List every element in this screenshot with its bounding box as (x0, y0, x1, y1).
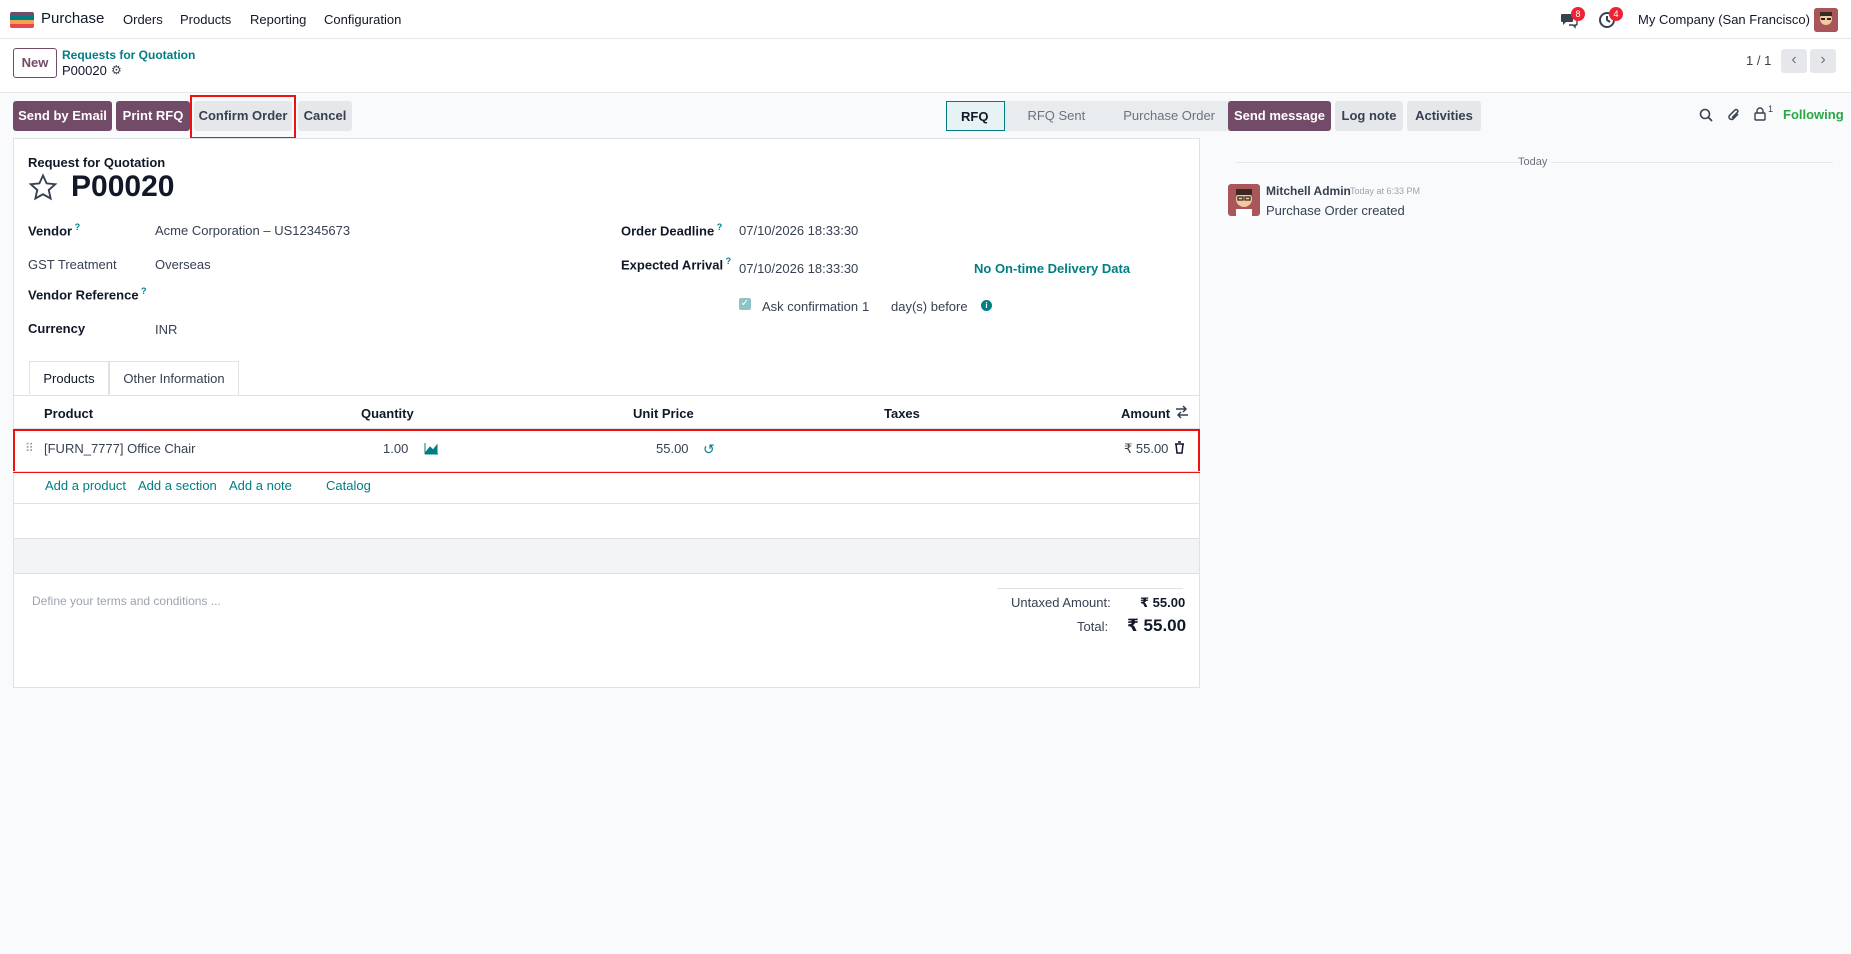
date-separator-line (1551, 162, 1833, 163)
ask-confirmation-checkbox[interactable]: ✓ (739, 298, 751, 310)
col-taxes[interactable]: Taxes (884, 406, 920, 421)
new-button[interactable]: New (13, 48, 57, 78)
add-note-link[interactable]: Add a note (229, 478, 292, 493)
message-body: Purchase Order created (1266, 203, 1405, 218)
following-button[interactable]: Following (1783, 107, 1844, 122)
record-name[interactable]: P00020 (71, 170, 174, 204)
gear-icon[interactable]: ⚙ (111, 63, 122, 77)
top-navbar: Purchase Orders Products Reporting Confi… (0, 0, 1851, 39)
info-icon[interactable]: i (981, 300, 992, 311)
pager-next-icon[interactable]: › (1810, 49, 1836, 73)
currency-label: Currency (28, 321, 86, 336)
company-switcher[interactable]: My Company (San Francisco) (1638, 12, 1810, 27)
expected-arrival-field[interactable]: 07/10/2026 18:33:30 (739, 261, 858, 276)
menu-reporting[interactable]: Reporting (250, 12, 306, 27)
gst-treatment-label: GST Treatment (28, 257, 117, 272)
order-deadline-field[interactable]: 07/10/2026 18:33:30 (739, 223, 858, 238)
print-rfq-button[interactable]: Print RFQ (116, 101, 190, 131)
ask-confirmation-days-field[interactable]: 1 (862, 299, 869, 314)
activities-clock-icon[interactable]: 4 (1598, 7, 1623, 29)
column-settings-icon[interactable] (1175, 405, 1189, 422)
breadcrumb-current: P00020 (62, 63, 107, 78)
send-message-button[interactable]: Send message (1228, 101, 1331, 131)
search-icon[interactable] (1699, 108, 1713, 125)
send-by-email-button[interactable]: Send by Email (13, 101, 112, 131)
pager-previous-icon[interactable]: ‹ (1781, 49, 1807, 73)
gst-treatment-field[interactable]: Overseas (155, 257, 211, 272)
menu-orders[interactable]: Orders (123, 12, 163, 27)
vendor-field[interactable]: Acme Corporation – US12345673 (155, 223, 350, 238)
date-separator: Today (1518, 156, 1548, 168)
status-bar: RFQ RFQ Sent Purchase Order (946, 101, 1232, 131)
author-avatar[interactable] (1228, 184, 1260, 216)
add-product-link[interactable]: Add a product (45, 478, 126, 493)
menu-configuration[interactable]: Configuration (324, 12, 401, 27)
ask-confirmation-label: Ask confirmation (762, 299, 859, 314)
days-before-label: day(s) before (891, 299, 968, 314)
message-timestamp: Today at 6:33 PM (1350, 186, 1421, 196)
message-author[interactable]: Mitchell Admin (1266, 184, 1351, 198)
col-product[interactable]: Product (44, 406, 93, 421)
followers-count: 1 (1768, 104, 1774, 114)
messages-icon[interactable]: 8 (1560, 7, 1585, 29)
total-value: ₹ 55.00 (1127, 616, 1187, 635)
messages-badge: 8 (1571, 7, 1585, 21)
followers-lock-icon[interactable] (1754, 107, 1766, 124)
row-divider (13, 471, 1200, 472)
terms-conditions-input[interactable]: Define your terms and conditions ... (32, 594, 221, 608)
breadcrumb-requests-for-quotation[interactable]: Requests for Quotation (62, 48, 195, 62)
row-divider (13, 573, 1200, 574)
on-time-delivery-link[interactable]: No On-time Delivery Data (974, 261, 1130, 276)
empty-row (14, 539, 1199, 573)
untaxed-amount-label: Untaxed Amount: (1011, 595, 1111, 610)
activities-button[interactable]: Activities (1407, 101, 1481, 131)
confirm-order-highlight (190, 95, 296, 139)
tab-products[interactable]: Products (29, 361, 109, 395)
col-amount[interactable]: Amount (1121, 406, 1170, 421)
priority-star-icon[interactable] (28, 173, 58, 206)
row-highlight (13, 429, 1200, 473)
stage-rfq-sent[interactable]: RFQ Sent (1005, 101, 1102, 131)
order-deadline-label: Order Deadline ? (621, 222, 723, 239)
vendor-reference-field[interactable] (155, 282, 555, 302)
cancel-button[interactable]: Cancel (298, 101, 352, 131)
stage-purchase-order[interactable]: Purchase Order (1101, 101, 1232, 131)
stage-rfq[interactable]: RFQ (946, 101, 1006, 131)
total-label: Total: (1077, 619, 1109, 634)
purchase-app-icon[interactable] (10, 12, 34, 28)
tab-other-information[interactable]: Other Information (109, 361, 239, 395)
col-quantity[interactable]: Quantity (361, 406, 414, 421)
control-panel: New Requests for Quotation P00020 ⚙ 1 / … (0, 39, 1851, 93)
vendor-label: Vendor ? (28, 222, 81, 239)
catalog-link[interactable]: Catalog (326, 478, 371, 493)
add-section-link[interactable]: Add a section (138, 478, 217, 493)
log-note-button[interactable]: Log note (1335, 101, 1403, 131)
activities-badge: 4 (1609, 7, 1623, 21)
currency-field[interactable]: INR (155, 322, 177, 337)
attachment-paperclip-icon[interactable] (1727, 107, 1741, 126)
vendor-reference-label: Vendor Reference ? (28, 286, 147, 303)
untaxed-amount-value: ₹ 55.00 (1140, 595, 1186, 610)
doc-type-label: Request for Quotation (28, 155, 166, 170)
expected-arrival-label: Expected Arrival ? (621, 256, 732, 273)
totals-divider (997, 588, 1183, 589)
menu-products[interactable]: Products (180, 12, 231, 27)
pager-value[interactable]: 1 / 1 (1746, 53, 1771, 68)
user-avatar[interactable] (1814, 8, 1838, 32)
col-unit-price[interactable]: Unit Price (633, 406, 694, 421)
date-separator-line (1236, 162, 1520, 163)
app-name[interactable]: Purchase (41, 10, 104, 27)
row-divider (13, 503, 1200, 504)
